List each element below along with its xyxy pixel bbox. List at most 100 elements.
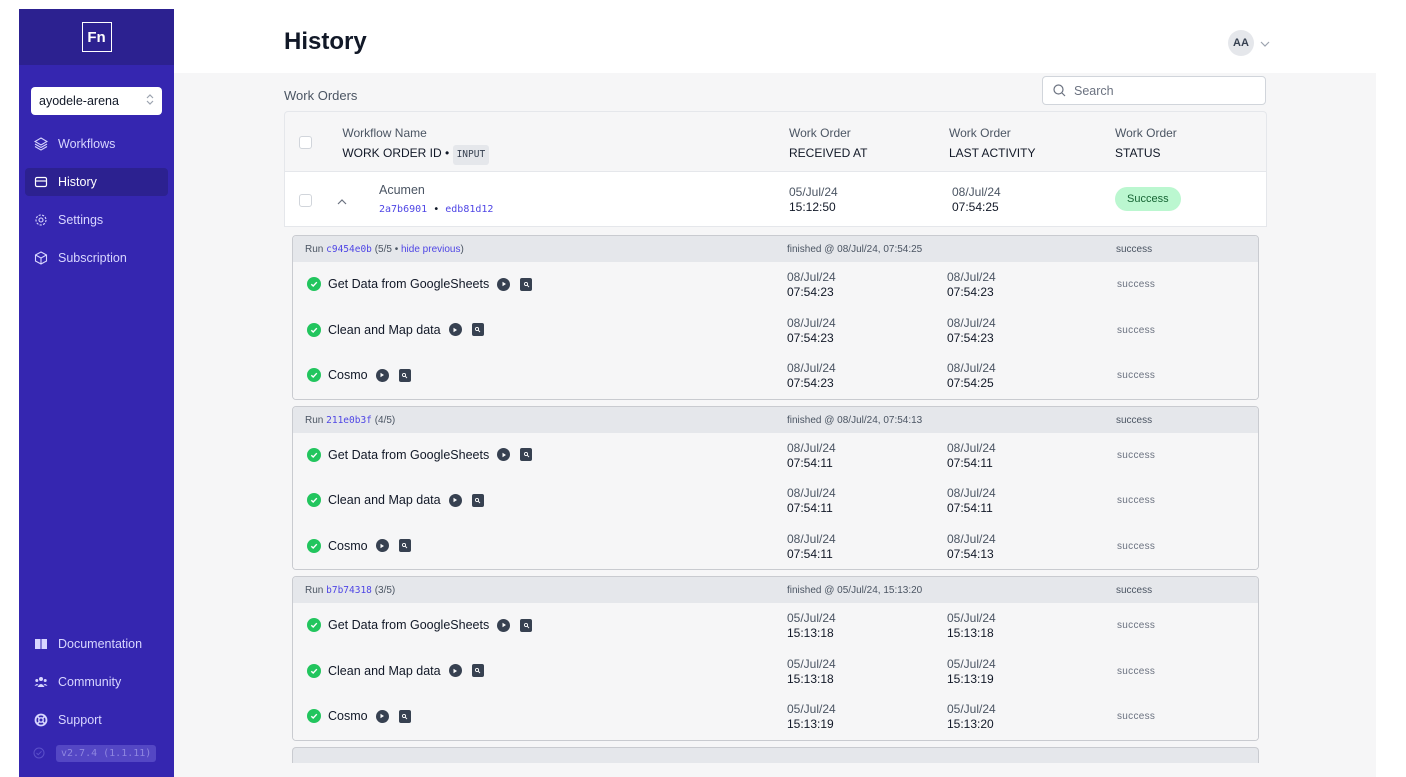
step-row[interactable]: Get Data from GoogleSheets 05/Jul/24 15:13… — [293, 603, 1258, 649]
run-id-link[interactable]: c9454e0b — [326, 244, 372, 255]
row-checkbox[interactable] — [299, 194, 312, 207]
run-header: Run b7b74318 (3/5) finished @ 05/Jul/24, … — [293, 577, 1258, 603]
sidebar-item-documentation[interactable]: Documentation — [25, 630, 168, 658]
run-count: (5/5 — [374, 244, 392, 255]
sidebar-item-history[interactable]: History — [25, 168, 168, 196]
sidebar-item-label: Subscription — [58, 251, 127, 265]
column-received-at[interactable]: Work Order RECEIVED AT — [789, 124, 867, 162]
step-row[interactable]: Get Data from GoogleSheets 08/Jul/24 07:54… — [293, 432, 1258, 478]
search-input[interactable] — [1074, 83, 1244, 98]
hide-previous-link[interactable]: hide previous — [401, 244, 460, 255]
column-status[interactable]: Work Order STATUS — [1115, 124, 1177, 162]
last-activity: 08/Jul/24 07:54:25 — [952, 185, 1001, 215]
date: 08/Jul/24 — [787, 440, 836, 455]
inspect-icon[interactable] — [398, 368, 411, 382]
play-icon[interactable] — [375, 539, 389, 552]
date: 08/Jul/24 — [947, 440, 996, 455]
inspect-icon[interactable] — [471, 664, 484, 677]
play-icon[interactable] — [497, 618, 511, 632]
column-label: Work Order — [789, 126, 851, 140]
play-icon[interactable] — [448, 323, 462, 336]
play-icon[interactable] — [375, 709, 389, 723]
run-count: (4/5) — [374, 414, 396, 426]
time: 15:13:20 — [947, 717, 994, 731]
step-finished-at: 08/Jul/24 07:54:25 — [947, 361, 996, 391]
play-icon[interactable] — [497, 277, 511, 291]
work-order-id-link[interactable]: 2a7b6901 — [379, 204, 427, 215]
check-circle-icon — [307, 709, 321, 723]
input-id-link[interactable]: edb81d12 — [445, 204, 493, 215]
project-select[interactable]: ayodele-arena — [31, 87, 162, 115]
inspect-icon[interactable] — [520, 618, 533, 632]
inspect-icon[interactable] — [520, 448, 533, 461]
run-count: (3/5) — [374, 585, 396, 596]
time: 07:54:23 — [947, 285, 994, 299]
date: 08/Jul/24 — [947, 270, 996, 284]
inspect-icon[interactable] — [520, 277, 533, 291]
step-name: Clean and Map data — [307, 493, 484, 507]
step-label: Get Data from GoogleSheets — [328, 277, 490, 291]
step-finished-at: 08/Jul/24 07:54:13 — [947, 532, 996, 562]
run-header: Run c9454e0b (5/5 • hide previous) finish… — [293, 236, 1258, 262]
step-finished-at: 05/Jul/24 15:13:19 — [947, 657, 996, 687]
column-sub-label: WORK ORDER ID — [342, 146, 442, 160]
run-label: Run 211e0b3f (4/5) — [305, 415, 395, 426]
step-row[interactable]: Cosmo 05/Jul/24 15:13:19 05/Jul/24 15:13:20 s… — [293, 694, 1258, 740]
date: 08/Jul/24 — [947, 486, 996, 500]
run-status: success — [1116, 244, 1153, 255]
user-menu[interactable]: AA — [1228, 30, 1270, 56]
step-label: Cosmo — [328, 709, 368, 723]
inbox-icon — [33, 174, 49, 190]
chevron-up-icon[interactable] — [337, 192, 347, 210]
step-label: Clean and Map data — [328, 663, 441, 678]
sidebar-item-subscription[interactable]: Subscription — [25, 244, 168, 272]
step-status: success — [1117, 495, 1156, 506]
step-started-at: 08/Jul/24 07:54:11 — [787, 532, 836, 562]
step-label: Cosmo — [328, 368, 368, 382]
sidebar-item-label: Documentation — [58, 637, 143, 651]
step-status: success — [1117, 665, 1156, 677]
avatar: AA — [1228, 30, 1254, 56]
inspect-icon[interactable] — [398, 709, 411, 723]
step-name: Clean and Map data — [307, 663, 484, 678]
step-name: Cosmo — [307, 709, 411, 723]
step-row[interactable]: Clean and Map data 05/Jul/24 15:13:18 05/Ju… — [293, 648, 1258, 694]
run-count-close: ) — [460, 244, 464, 255]
sidebar-item-workflows[interactable]: Workflows — [25, 130, 168, 158]
run-header: Run 211e0b3f (4/5) finished @ 08/Jul/24, … — [293, 406, 1258, 433]
runs-list: Run c9454e0b (5/5 • hide previous) finish… — [284, 227, 1267, 763]
step-status: success — [1117, 324, 1156, 336]
play-icon[interactable] — [375, 368, 389, 382]
step-row[interactable]: Cosmo 08/Jul/24 07:54:23 08/Jul/24 07:54:25 s… — [293, 353, 1258, 399]
step-row[interactable]: Cosmo 08/Jul/24 07:54:11 08/Jul/24 07:54:13 s… — [293, 523, 1258, 569]
run-id-link[interactable]: b7b74318 — [326, 585, 372, 596]
check-circle-icon — [307, 447, 321, 462]
date: 05/Jul/24 — [947, 702, 996, 716]
inspect-icon[interactable] — [471, 493, 484, 507]
version-badge: v2.7.4 (1.1.11) — [56, 744, 157, 762]
step-row[interactable]: Clean and Map data 08/Jul/24 07:54:11 08/Ju… — [293, 478, 1258, 524]
sidebar-item-label: Community — [58, 675, 122, 689]
sidebar-item-settings[interactable]: Settings — [25, 206, 168, 234]
play-icon[interactable] — [448, 493, 462, 507]
play-icon[interactable] — [497, 448, 511, 461]
sidebar-item-community[interactable]: Community — [25, 668, 168, 696]
work-order-row[interactable]: Acumen 2a7b6901 • edb81d12 05/Jul/24 15:… — [284, 171, 1267, 227]
play-icon[interactable] — [448, 664, 462, 677]
sidebar-item-support[interactable]: Support — [25, 706, 168, 734]
search-box[interactable] — [1042, 76, 1266, 105]
time: 07:54:13 — [947, 546, 994, 561]
step-status: success — [1117, 540, 1156, 552]
logo[interactable]: Fn — [81, 22, 112, 52]
column-last-activity[interactable]: Work Order LAST ACTIVITY — [949, 124, 1035, 162]
run-block-partial — [292, 746, 1259, 763]
step-status: success — [1117, 279, 1156, 290]
run-id-link[interactable]: 211e0b3f — [326, 415, 372, 426]
step-row[interactable]: Clean and Map data 08/Jul/24 07:54:23 08/Ju… — [293, 307, 1258, 353]
step-row[interactable]: Get Data from GoogleSheets 08/Jul/24 07:54… — [293, 262, 1258, 308]
run-prefix: Run — [305, 244, 324, 255]
version-row: v2.7.4 (1.1.11) — [19, 739, 174, 767]
inspect-icon[interactable] — [471, 323, 484, 336]
inspect-icon[interactable] — [398, 539, 411, 552]
status-badge: Success — [1115, 187, 1181, 211]
